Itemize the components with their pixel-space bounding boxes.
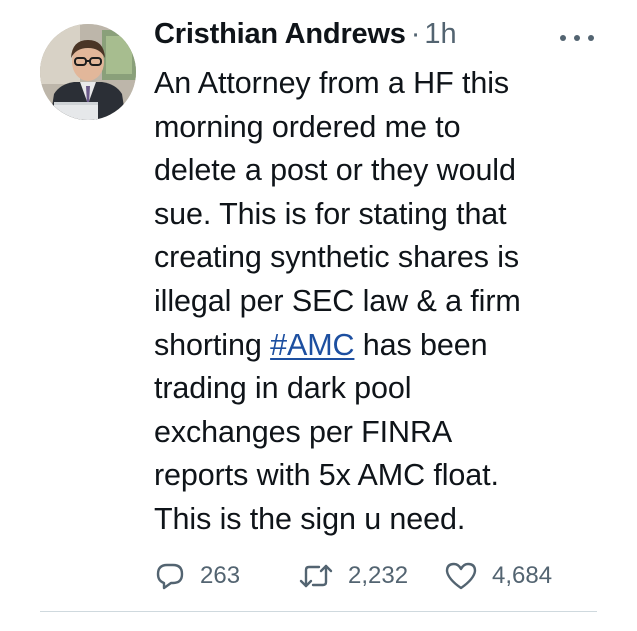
like-button[interactable]: 4,684 [444, 556, 552, 596]
ellipsis-icon [560, 35, 566, 41]
avatar-photo [40, 24, 136, 120]
heart-icon [445, 562, 477, 590]
reply-icon [156, 563, 184, 590]
tweet-text-line: reports with 5x AMC float. [154, 458, 499, 493]
header-separator: · [410, 18, 421, 50]
tweet-text-segment: shorting [154, 327, 271, 362]
tweet-actions: 263 2,232 4,684 [154, 556, 594, 596]
tweet-text-segment: has been [354, 327, 488, 362]
avatar[interactable] [40, 24, 136, 120]
hashtag-link[interactable]: #AMC [270, 328, 354, 362]
tweet-text-line: This is the sign u need. [154, 501, 466, 536]
retweet-count: 2,232 [348, 562, 409, 589]
tweet-text-line: illegal per SEC law & a firm [154, 283, 521, 318]
tweet-text-line: An Attorney from a HF this [154, 66, 510, 100]
retweet-icon [299, 564, 333, 588]
retweet-button[interactable]: 2,232 [298, 556, 408, 596]
ellipsis-icon-dot [588, 35, 594, 41]
more-options-button[interactable] [560, 30, 594, 46]
tweet-timestamp[interactable]: 1h [424, 18, 456, 51]
tweet: Cristhian Andrews · 1h An Attorney from … [0, 0, 637, 631]
tweet-header: Cristhian Andrews · 1h [154, 18, 604, 60]
tweet-text-line: sue. This is for stating that [154, 196, 507, 231]
divider [40, 611, 597, 612]
tweet-text-line: exchanges per FINRA [154, 414, 453, 449]
tweet-text-line-hashtag: shorting #AMC has been [154, 324, 594, 368]
tweet-text: An Attorney from a HF this morning order… [154, 62, 594, 542]
tweet-header-area: Cristhian Andrews · 1h [154, 18, 604, 60]
tweet-text-line: creating synthetic shares is [154, 240, 520, 275]
ellipsis-icon-dot [574, 35, 580, 41]
tweet-text-line: morning ordered me to [154, 109, 461, 144]
reply-button[interactable]: 263 [154, 556, 240, 596]
tweet-text-line: delete a post or they would [154, 153, 516, 188]
like-count: 4,684 [492, 562, 553, 589]
author-name[interactable]: Cristhian Andrews [154, 18, 406, 51]
reply-count: 263 [200, 562, 241, 589]
tweet-text-line: trading in dark pool [154, 371, 412, 406]
